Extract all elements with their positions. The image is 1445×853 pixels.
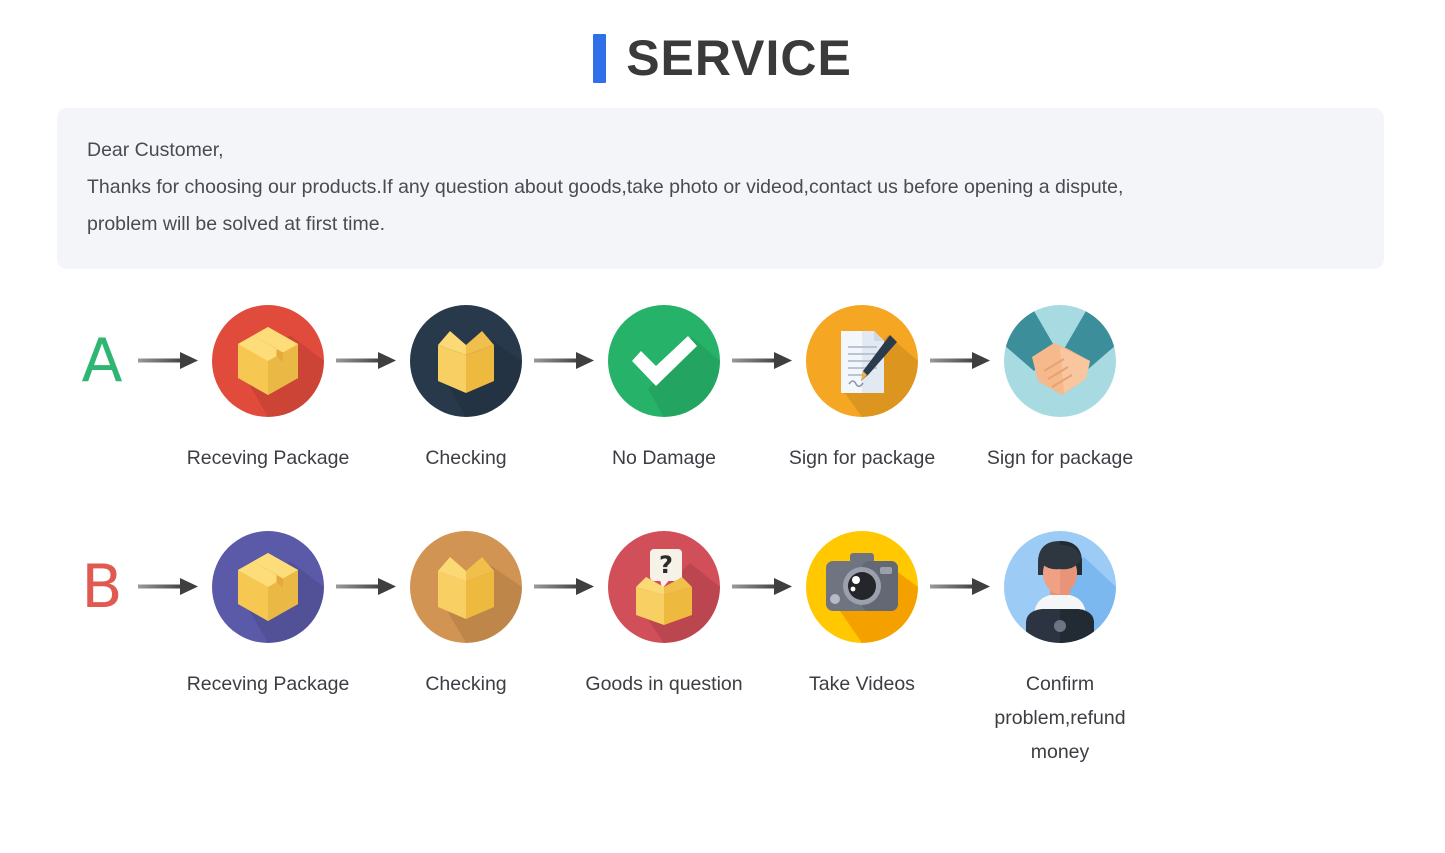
flow-row-a: A Receving Package Checking No Damage Si… — [0, 305, 1445, 475]
flow-step-b-5: Confirm problem,refund money — [994, 531, 1126, 769]
flow-step-a-2-label: Checking — [425, 447, 507, 469]
flow-step-a-5: Sign for package — [987, 305, 1133, 475]
flow-step-b-4-label: Take Videos — [809, 673, 915, 695]
flow-step-a-3: No Damage — [602, 305, 726, 475]
flow-step-a-2: Checking — [404, 305, 528, 475]
flow-step-b-1: Receving Package — [187, 531, 349, 701]
arrow-right-icon — [726, 531, 800, 643]
flow-step-a-5-label: Sign for package — [986, 447, 1134, 469]
flow-step-b-3: ? Goods in question — [585, 531, 743, 701]
arrow-right-icon — [528, 305, 602, 417]
camera-icon — [806, 531, 918, 643]
page-title: SERVICE — [626, 30, 852, 86]
svg-text:?: ? — [659, 551, 673, 579]
arrow-right-icon — [924, 305, 998, 417]
arrow-right-icon — [726, 305, 800, 417]
flow-step-b-1-label: Receving Package — [186, 673, 350, 695]
title-accent-bar — [593, 33, 607, 83]
package-open-icon — [410, 531, 522, 643]
checkmark-icon — [608, 305, 720, 417]
arrow-right-icon — [132, 531, 206, 643]
flow-step-a-4-label: Sign for package — [788, 447, 936, 469]
flow-step-a-3-label: No Damage — [611, 447, 717, 469]
package-closed-icon — [212, 531, 324, 643]
person-support-icon — [1004, 531, 1116, 643]
flow-step-b-2: Checking — [404, 531, 528, 701]
flow-step-a-1-label: Receving Package — [186, 447, 350, 469]
handshake-icon — [1004, 305, 1116, 417]
flow-step-a-4: Sign for package — [789, 305, 935, 475]
arrow-right-icon — [528, 531, 602, 643]
customer-notice-box: Dear Customer, Thanks for choosing our p… — [57, 108, 1384, 269]
flow-badge-b-label: B — [81, 552, 123, 622]
flow-badge-a-label: A — [81, 326, 123, 396]
package-closed-icon — [212, 305, 324, 417]
flow-step-b-3-label: Goods in question — [585, 673, 743, 695]
package-question-icon: ? — [608, 531, 720, 643]
flow-step-b-2-label: Checking — [425, 673, 507, 695]
package-open-icon — [410, 305, 522, 417]
document-sign-icon — [806, 305, 918, 417]
flow-step-b-4: Take Videos — [800, 531, 924, 701]
page-header: SERVICE — [0, 0, 1445, 83]
arrow-right-icon — [132, 305, 206, 417]
flow-step-b-5-label: Confirm problem,refund money — [994, 673, 1126, 763]
flow-row-b: B Receving Package Checking ? Goods in q… — [0, 531, 1445, 769]
arrow-right-icon — [330, 305, 404, 417]
notice-line-1: Dear Customer, — [87, 139, 224, 161]
arrow-right-icon — [330, 531, 404, 643]
flow-badge-b: B — [72, 531, 132, 643]
notice-line-3: problem will be solved at first time. — [87, 213, 386, 235]
flow-badge-a: A — [72, 305, 132, 417]
flow-step-a-1: Receving Package — [187, 305, 349, 475]
arrow-right-icon — [924, 531, 998, 643]
notice-line-2: Thanks for choosing our products.If any … — [87, 176, 1124, 198]
